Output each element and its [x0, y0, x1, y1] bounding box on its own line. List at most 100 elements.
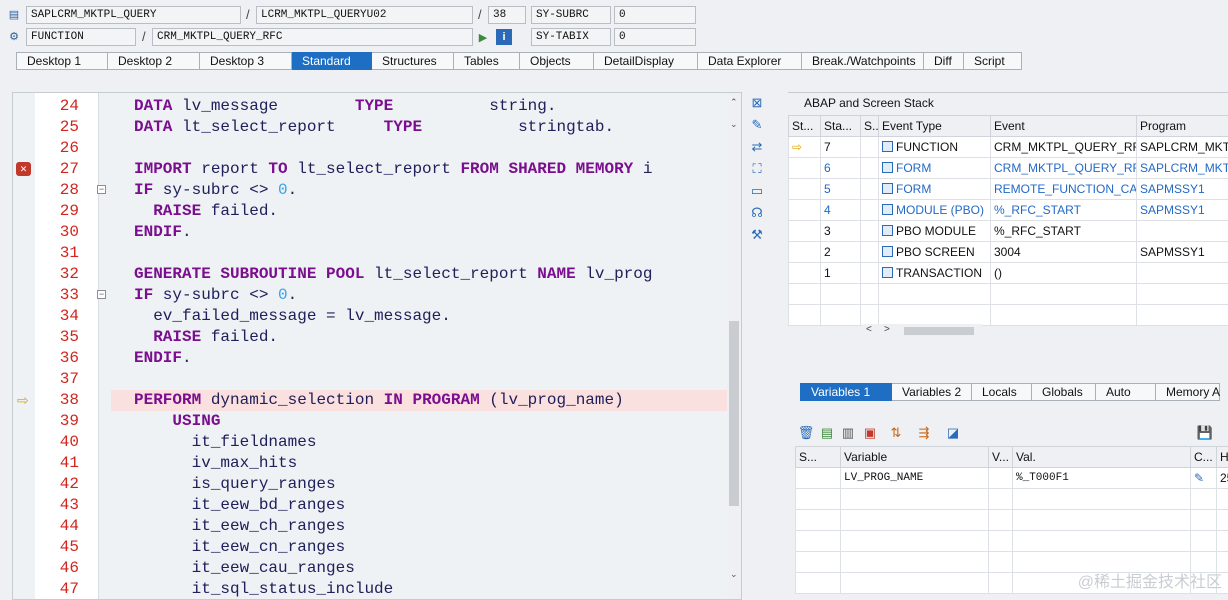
tab-detaildisplay[interactable]: DetailDisplay [594, 52, 698, 70]
maximize-icon[interactable]: ⛶ [748, 160, 766, 178]
code-line[interactable]: 26 [13, 138, 729, 159]
insert-icon[interactable]: ▤ [818, 424, 836, 442]
code-text[interactable]: DATA lv_message TYPE string. [134, 96, 556, 117]
code-text[interactable]: iv_max_hits [134, 453, 298, 474]
variable-cell[interactable]: ✎ [1190, 467, 1217, 489]
code-text[interactable]: DATA lt_select_report TYPE stringtab. [134, 117, 614, 138]
stack-cell[interactable]: 1 [820, 262, 861, 284]
code-text[interactable]: IMPORT report TO lt_select_report FROM S… [134, 159, 652, 180]
stack-cell[interactable] [1136, 262, 1228, 284]
variable-column-header[interactable]: C... [1190, 446, 1217, 468]
fold-toggle-icon[interactable]: − [97, 290, 106, 299]
stack-cell[interactable]: REMOTE_FUNCTION_CA... [990, 178, 1137, 200]
stack-cell[interactable]: %_RFC_START [990, 220, 1137, 242]
stack-cell[interactable]: CRM_MKTPL_QUERY_RFC [990, 157, 1137, 179]
tab-desktop-1[interactable]: Desktop 1 [16, 52, 108, 70]
code-line[interactable]: 43 it_eew_bd_ranges [13, 495, 729, 516]
variable-column-header[interactable]: Variable [840, 446, 989, 468]
stack-cell[interactable] [788, 220, 821, 242]
code-line[interactable]: 35 RAISE failed. [13, 327, 729, 348]
fold-toggle-icon[interactable]: − [97, 185, 106, 194]
variable-row-empty[interactable] [795, 509, 1228, 531]
stack-row[interactable]: 4 MODULE (PBO) %_RFC_START SAPMSSY1 [788, 199, 1228, 221]
copy-icon[interactable]: ▥ [839, 424, 857, 442]
code-line[interactable]: 34 ev_failed_message = lv_message. [13, 306, 729, 327]
stack-row[interactable]: 5 FORM REMOTE_FUNCTION_CA... SAPMSSY1 [788, 178, 1228, 200]
code-line[interactable]: 36 ENDIF. [13, 348, 729, 369]
new-tool-icon[interactable]: ✎ [748, 116, 766, 134]
code-text[interactable]: ev_failed_message = lv_message. [134, 306, 451, 327]
var-tab-locals[interactable]: Locals [972, 383, 1032, 401]
stack-column-header[interactable]: Program [1136, 115, 1228, 137]
stack-cell[interactable]: FORM [878, 178, 991, 200]
delete-icon[interactable]: 🗑 [797, 424, 815, 442]
variable-row-empty[interactable] [795, 488, 1228, 510]
code-text[interactable]: RAISE failed. [134, 201, 278, 222]
transfer-icon[interactable]: ⇅ [887, 424, 905, 442]
variable-cell[interactable]: %_T000F1 [1012, 467, 1191, 489]
code-line[interactable]: 28 − IF sy-subrc <> 0. [13, 180, 729, 201]
remove-icon[interactable]: ▣ [861, 424, 879, 442]
stack-cell[interactable]: 4 [820, 199, 861, 221]
tab-data-explorer[interactable]: Data Explorer [698, 52, 802, 70]
stack-cell[interactable]: 3004 [990, 241, 1137, 263]
code-line[interactable]: 37 [13, 369, 729, 390]
code-line[interactable]: 46 it_eew_cau_ranges [13, 558, 729, 579]
variable-column-header[interactable]: H [1216, 446, 1228, 468]
display-icon[interactable]: ◪ [944, 424, 962, 442]
code-line[interactable]: ✕ 27 IMPORT report TO lt_select_report FRO… [13, 159, 729, 180]
code-line[interactable]: 25 DATA lt_select_report TYPE stringtab. [13, 117, 729, 138]
swap-tool-icon[interactable]: ⇄ [748, 138, 766, 156]
stack-row[interactable]: 6 FORMCRM_MKTPL_QUERY_RFCSAPLCRM_MKTPL [788, 157, 1228, 179]
stack-cell[interactable] [788, 262, 821, 284]
code-line[interactable]: 40 it_fieldnames [13, 432, 729, 453]
services-icon[interactable]: ☊ [748, 204, 766, 222]
stack-cell[interactable] [1136, 220, 1228, 242]
stack-column-header[interactable]: S... [860, 115, 879, 137]
code-text[interactable]: GENERATE SUBROUTINE POOL lt_select_repor… [134, 264, 652, 285]
stack-cell[interactable]: TRANSACTION [878, 262, 991, 284]
tab-tables[interactable]: Tables [454, 52, 520, 70]
var-tab-variables-1[interactable]: Variables 1 [800, 383, 892, 401]
fullscreen-icon[interactable]: ⊠ [748, 94, 766, 112]
var-tab-auto[interactable]: Auto [1096, 383, 1156, 401]
stack-cell[interactable]: 5 [820, 178, 861, 200]
stack-column-header[interactable]: St... [788, 115, 821, 137]
code-line[interactable]: 47 it_sql_status_include [13, 579, 729, 599]
code-text[interactable]: ENDIF. [134, 348, 192, 369]
code-text[interactable]: it_fieldnames [134, 432, 317, 453]
stack-cell[interactable]: FUNCTION [878, 136, 991, 158]
code-text[interactable]: USING [134, 411, 220, 432]
tab-desktop-2[interactable]: Desktop 2 [108, 52, 200, 70]
tab-desktop-3[interactable]: Desktop 3 [200, 52, 292, 70]
tab-standard[interactable]: Standard [292, 52, 372, 70]
stack-cell[interactable] [860, 157, 879, 179]
code-text[interactable]: it_eew_cau_ranges [134, 558, 355, 579]
info-icon[interactable]: i [496, 29, 512, 45]
stack-cell[interactable]: SAPLCRM_MKTPL [1136, 136, 1228, 158]
stack-cell[interactable] [860, 220, 879, 242]
variable-row-empty[interactable] [795, 530, 1228, 552]
stack-cell[interactable]: SAPLCRM_MKTPL [1136, 157, 1228, 179]
stack-table[interactable]: St...Sta...S...Event TypeEventProgram ⇨ 7… [788, 115, 1228, 326]
variable-cell[interactable] [795, 467, 841, 489]
code-text[interactable]: it_eew_bd_ranges [134, 495, 346, 516]
var-tab-variables-2[interactable]: Variables 2 [892, 383, 972, 401]
line-field[interactable]: 38 [488, 6, 526, 24]
code-text[interactable]: it_eew_cn_ranges [134, 537, 346, 558]
tab-objects[interactable]: Objects [520, 52, 594, 70]
code-line[interactable]: 45 it_eew_cn_ranges [13, 537, 729, 558]
code-text[interactable]: PERFORM dynamic_selection IN PROGRAM (lv… [134, 390, 624, 411]
code-line[interactable]: 44 it_eew_ch_ranges [13, 516, 729, 537]
include-field[interactable]: LCRM_MKTPL_QUERYU02 [256, 6, 473, 24]
stack-row[interactable]: ⇨ 7 FUNCTIONCRM_MKTPL_QUERY_RFCSAPLCRM_MKT… [788, 136, 1228, 158]
stack-cell[interactable]: SAPMSSY1 [1136, 178, 1228, 200]
code-line[interactable]: 32 GENERATE SUBROUTINE POOL lt_select_rep… [13, 264, 729, 285]
stack-cell[interactable] [788, 199, 821, 221]
stack-cell[interactable]: 7 [820, 136, 861, 158]
variable-cell[interactable]: LV_PROG_NAME [840, 467, 989, 489]
tab-script[interactable]: Script [964, 52, 1022, 70]
stack-cell[interactable]: 2 [820, 241, 861, 263]
stack-cell[interactable] [788, 178, 821, 200]
stack-row[interactable]: 2 PBO SCREEN 3004 SAPMSSY1 [788, 241, 1228, 263]
